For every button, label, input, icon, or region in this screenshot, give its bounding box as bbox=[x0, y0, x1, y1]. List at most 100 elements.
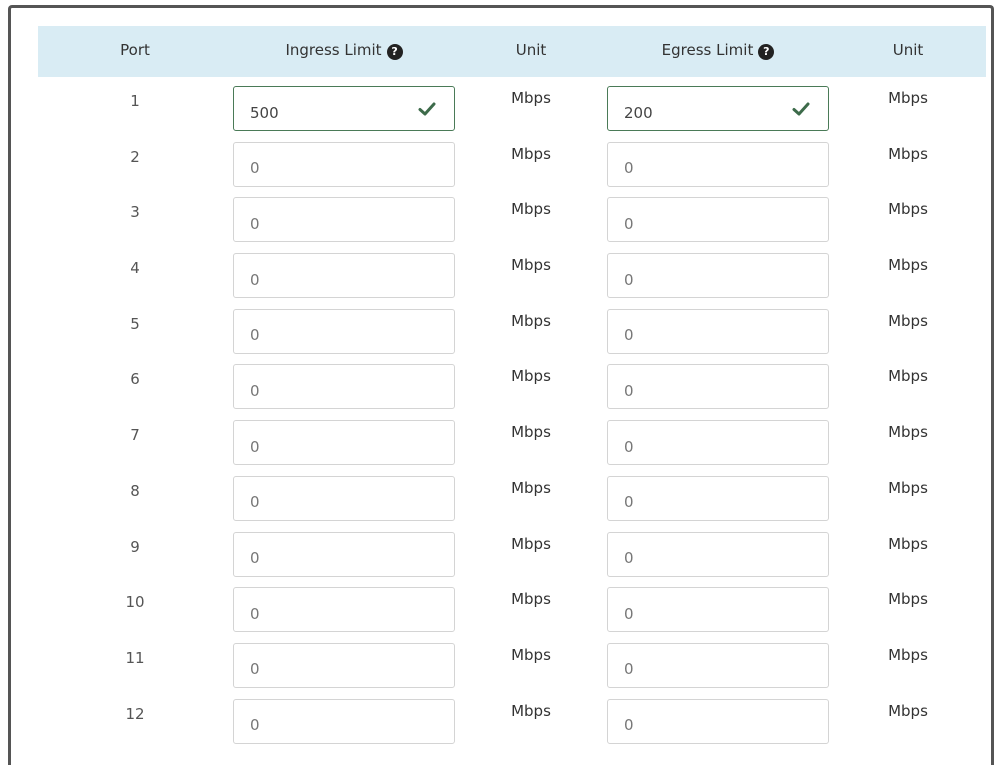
egress-unit: Mbps bbox=[888, 311, 928, 330]
ingress-limit-column-header: Ingress Limit ? bbox=[232, 26, 456, 77]
egress-cell bbox=[606, 133, 830, 189]
egress-limit-input[interactable] bbox=[607, 141, 829, 187]
port-number: 5 bbox=[130, 314, 140, 333]
egress-limit-input[interactable] bbox=[607, 475, 829, 521]
egress-limit-input[interactable] bbox=[607, 420, 829, 466]
ingress-cell bbox=[232, 244, 456, 300]
ingress-limit-input[interactable] bbox=[233, 420, 455, 466]
checkmark-icon bbox=[417, 99, 437, 119]
egress-limit-input[interactable] bbox=[607, 587, 829, 633]
egress-limit-input[interactable] bbox=[607, 308, 829, 354]
ingress-limit-field-wrap bbox=[233, 475, 455, 521]
table-row: 11 Mbps Mbps bbox=[38, 634, 986, 690]
ingress-limit-field-wrap bbox=[233, 141, 455, 187]
ingress-unit: Mbps bbox=[511, 701, 551, 720]
egress-unit: Mbps bbox=[888, 89, 928, 107]
ingress-limit-label: Ingress Limit bbox=[285, 40, 382, 59]
egress-limit-field-wrap bbox=[607, 531, 829, 577]
egress-cell bbox=[606, 355, 830, 411]
ingress-limit-input[interactable] bbox=[233, 531, 455, 577]
question-circle-icon[interactable]: ? bbox=[386, 43, 403, 60]
ingress-limit-field-wrap bbox=[233, 364, 455, 410]
table-row: 5 Mbps Mbps bbox=[38, 300, 986, 356]
egress-limit-field-wrap bbox=[607, 308, 829, 354]
table-header-row: Port Ingress Limit ? Unit Egress Limit ?… bbox=[38, 26, 986, 77]
table-row: 9 Mbps Mbps bbox=[38, 523, 986, 579]
egress-cell bbox=[606, 634, 830, 690]
ingress-cell bbox=[232, 523, 456, 579]
table-row: 4 Mbps Mbps bbox=[38, 244, 986, 300]
egress-limit-field-wrap bbox=[607, 197, 829, 243]
egress-unit: Mbps bbox=[888, 256, 928, 275]
egress-cell bbox=[606, 690, 830, 746]
port-number: 1 bbox=[130, 92, 140, 110]
ingress-unit: Mbps bbox=[511, 89, 551, 107]
port-number: 7 bbox=[130, 426, 140, 445]
egress-limit-input[interactable] bbox=[607, 197, 829, 243]
rate-limit-panel: Port Ingress Limit ? Unit Egress Limit ?… bbox=[8, 5, 994, 765]
ingress-cell bbox=[232, 355, 456, 411]
table-row: 2 Mbps Mbps bbox=[38, 133, 986, 189]
ingress-limit-field-wrap bbox=[233, 420, 455, 466]
ingress-limit-input[interactable] bbox=[233, 141, 455, 187]
ingress-limit-input[interactable] bbox=[233, 698, 455, 744]
table-row: 6 Mbps Mbps bbox=[38, 355, 986, 411]
ingress-cell bbox=[232, 578, 456, 634]
ingress-unit: Mbps bbox=[511, 645, 551, 664]
egress-unit: Mbps bbox=[888, 200, 928, 219]
rate-limit-table: Port Ingress Limit ? Unit Egress Limit ?… bbox=[38, 26, 986, 745]
egress-unit: Mbps bbox=[888, 534, 928, 553]
table-row: 1 Mbps Mbps bbox=[38, 77, 986, 133]
table-row: 8 Mbps Mbps bbox=[38, 467, 986, 523]
egress-cell bbox=[606, 467, 830, 523]
port-number: 11 bbox=[125, 648, 145, 667]
egress-limit-input[interactable] bbox=[607, 364, 829, 410]
ingress-unit: Mbps bbox=[511, 478, 551, 497]
ingress-limit-input[interactable] bbox=[233, 587, 455, 633]
port-number: 10 bbox=[125, 593, 145, 612]
ingress-limit-field-wrap bbox=[233, 531, 455, 577]
egress-limit-field-wrap bbox=[607, 141, 829, 187]
rate-limit-table-body: 1 Mbps Mbps 2 Mbps Mbps 3 Mbps Mbps 4 Mbps Mbps 5 Mbp… bbox=[38, 77, 986, 745]
table-row: 7 Mbps Mbps bbox=[38, 411, 986, 467]
ingress-limit-input[interactable] bbox=[233, 475, 455, 521]
ingress-limit-field-wrap bbox=[233, 197, 455, 243]
port-number: 4 bbox=[130, 259, 140, 278]
egress-limit-field-wrap bbox=[607, 642, 829, 688]
egress-limit-field-wrap bbox=[607, 420, 829, 466]
ingress-limit-field-wrap bbox=[233, 642, 455, 688]
ingress-limit-input[interactable] bbox=[233, 197, 455, 243]
egress-cell bbox=[606, 411, 830, 467]
egress-limit-label: Egress Limit bbox=[661, 40, 754, 59]
ingress-limit-input[interactable] bbox=[233, 642, 455, 688]
ingress-unit: Mbps bbox=[511, 534, 551, 553]
egress-cell bbox=[606, 300, 830, 356]
ingress-cell bbox=[232, 77, 456, 133]
egress-unit: Mbps bbox=[888, 701, 928, 720]
egress-limit-column-header: Egress Limit ? bbox=[606, 26, 830, 77]
ingress-unit: Mbps bbox=[511, 423, 551, 442]
table-row: 12 Mbps Mbps bbox=[38, 690, 986, 746]
egress-limit-input[interactable] bbox=[607, 253, 829, 299]
egress-unit: Mbps bbox=[888, 144, 928, 163]
question-circle-icon[interactable]: ? bbox=[758, 43, 775, 60]
ingress-cell bbox=[232, 467, 456, 523]
ingress-limit-input[interactable] bbox=[233, 308, 455, 354]
ingress-unit: Mbps bbox=[511, 144, 551, 163]
ingress-unit-column-header: Unit bbox=[515, 40, 547, 59]
port-number: 3 bbox=[130, 203, 140, 222]
ingress-unit: Mbps bbox=[511, 590, 551, 609]
ingress-limit-input[interactable] bbox=[233, 253, 455, 299]
egress-limit-input[interactable] bbox=[607, 531, 829, 577]
port-number: 9 bbox=[130, 537, 140, 556]
port-number: 2 bbox=[130, 147, 140, 166]
egress-limit-input[interactable] bbox=[607, 698, 829, 744]
ingress-unit: Mbps bbox=[511, 367, 551, 386]
egress-cell bbox=[606, 244, 830, 300]
egress-limit-input[interactable] bbox=[607, 642, 829, 688]
egress-unit: Mbps bbox=[888, 367, 928, 386]
port-number: 6 bbox=[130, 370, 140, 389]
egress-limit-field-wrap bbox=[607, 86, 829, 131]
ingress-limit-field-wrap bbox=[233, 308, 455, 354]
ingress-limit-input[interactable] bbox=[233, 364, 455, 410]
